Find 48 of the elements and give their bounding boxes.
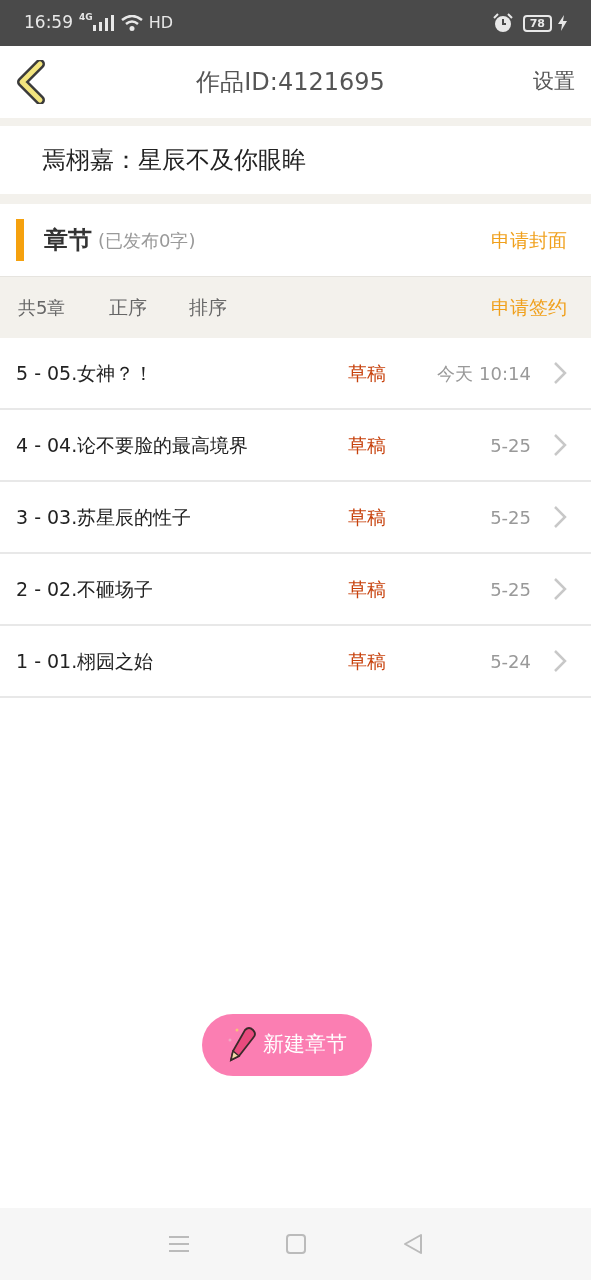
sort-option[interactable]: 排序: [189, 293, 228, 322]
chapter-count: 共5章: [18, 296, 66, 320]
chapter-row[interactable]: 2 - 02.不砸场子 草稿 5-25: [0, 554, 591, 626]
accent-bar: [16, 219, 24, 261]
sort-option[interactable]: 正序: [109, 293, 148, 322]
work-title: 焉栩嘉：星辰不及你眼眸: [42, 145, 306, 176]
draft-status: 草稿: [348, 432, 386, 458]
chapter-row[interactable]: 3 - 03.苏星辰的性子 草稿 5-25: [0, 482, 591, 554]
chapter-row[interactable]: 5 - 05.女神？！ 草稿 今天 10:14: [0, 338, 591, 410]
chevron-right-icon: [553, 505, 567, 529]
back-button[interactable]: [16, 60, 48, 104]
chapter-title: 5 - 05.女神？！: [16, 360, 155, 386]
draft-status: 草稿: [348, 648, 386, 674]
draft-status: 草稿: [348, 360, 386, 386]
chapter-title: 1 - 01.栩园之始: [16, 648, 155, 674]
chapter-title: 3 - 03.苏星辰的性子: [16, 504, 193, 530]
chevron-right-icon: [553, 649, 567, 673]
page-title: 作品ID:4121695: [196, 67, 385, 98]
back-chevron-icon: [16, 60, 46, 104]
pencil-icon: [227, 1026, 257, 1064]
network-type: 4G: [79, 11, 93, 25]
chevron-right-icon: [553, 577, 567, 601]
draft-status: 草稿: [348, 576, 386, 602]
chapter-title: 4 - 04.论不要脸的最高境界: [16, 432, 250, 458]
home-square-icon[interactable]: [286, 1234, 307, 1254]
settings-button[interactable]: 设置: [533, 66, 575, 98]
menu-icon[interactable]: [168, 1235, 191, 1253]
charging-bolt-icon: [558, 15, 567, 31]
chevron-right-icon: [553, 433, 567, 457]
signal-icon: [92, 15, 115, 31]
wifi-icon: [120, 15, 143, 31]
battery-icon: 78: [522, 14, 552, 32]
draft-status: 草稿: [348, 504, 386, 530]
chapter-date: 5-25: [489, 505, 531, 530]
hd-label: HD: [148, 12, 173, 34]
section-title: 章节: [44, 225, 92, 256]
chapter-date: 5-24: [489, 649, 531, 674]
chapter-title: 2 - 02.不砸场子: [16, 576, 155, 602]
back-triangle-icon[interactable]: [402, 1233, 423, 1255]
chapter-row[interactable]: 4 - 04.论不要脸的最高境界 草稿 5-25: [0, 410, 591, 482]
chapter-date: 5-25: [489, 433, 531, 458]
section-subtitle: (已发布0字): [98, 228, 196, 253]
chevron-right-icon: [553, 361, 567, 385]
clock: 16:59: [24, 11, 73, 35]
chapter-date: 5-25: [489, 577, 531, 602]
chapter-date: 今天 10:14: [436, 361, 531, 386]
chapter-row[interactable]: 1 - 01.栩园之始 草稿 5-24: [0, 626, 591, 698]
alarm-clock-icon: [492, 13, 513, 33]
